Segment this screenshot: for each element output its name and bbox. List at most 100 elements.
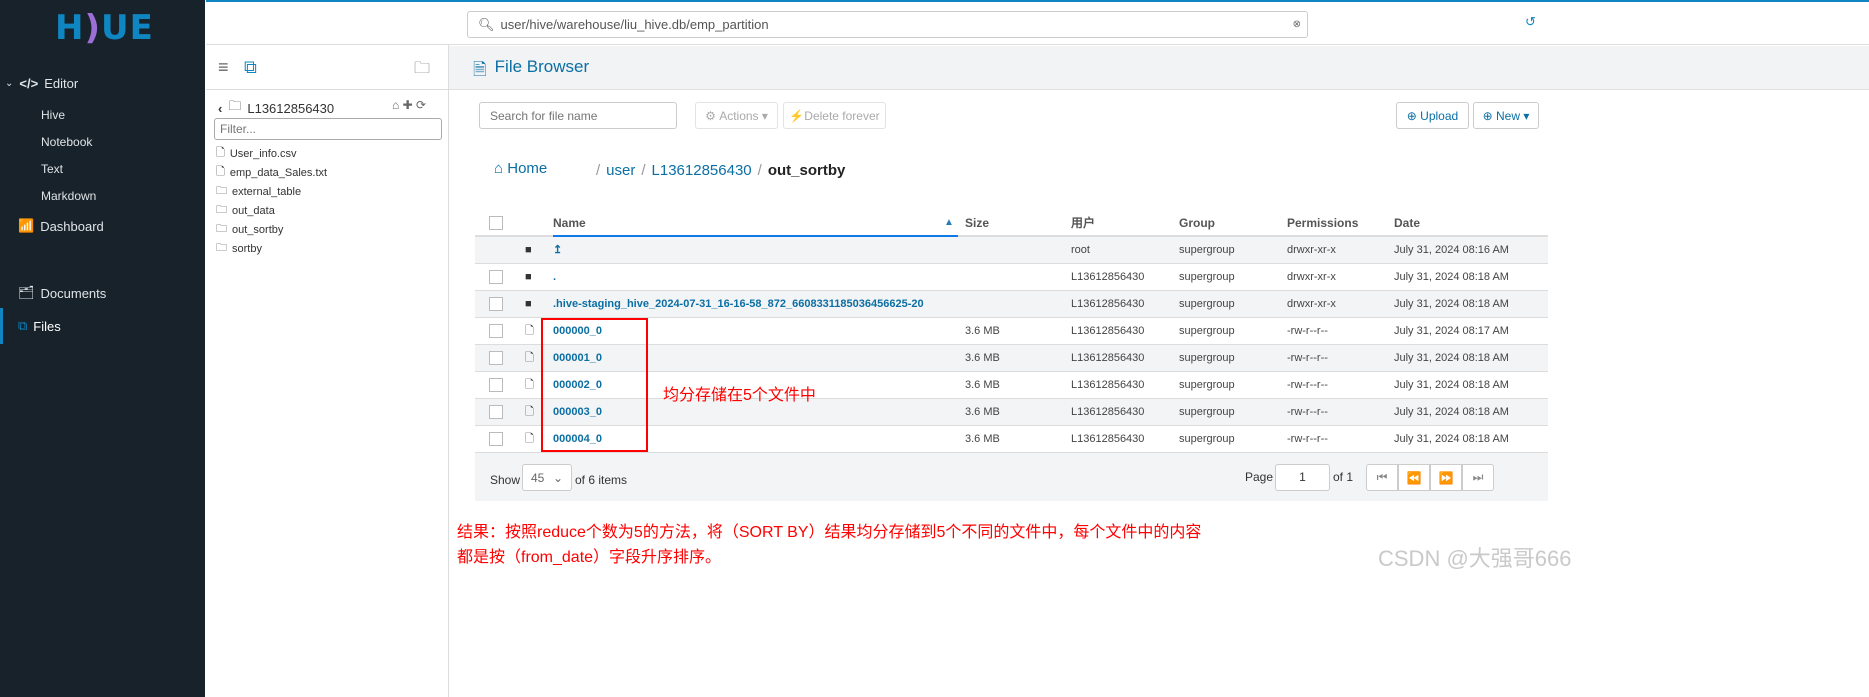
- file-icon: 🗎: [473, 60, 487, 79]
- clear-icon[interactable]: ⊗: [1293, 19, 1301, 30]
- row-checkbox[interactable]: [489, 351, 503, 365]
- page-size-select[interactable]: 45 ⌄: [522, 464, 572, 491]
- file-name-link[interactable]: ↥: [553, 237, 562, 263]
- file-date: July 31, 2024 08:18 AM: [1394, 352, 1509, 364]
- file-permissions: drwxr-xr-x: [1287, 244, 1336, 256]
- folder-icon: 🗀: [216, 223, 227, 235]
- file-permissions: -rw-r--r--: [1287, 325, 1328, 337]
- annotation-note: 均分存储在5个文件中: [663, 387, 816, 404]
- code-icon: </>: [19, 76, 39, 91]
- tree-item[interactable]: 🗋 emp_data_Sales.txt: [216, 163, 327, 182]
- file-date: July 31, 2024 08:17 AM: [1394, 325, 1509, 337]
- upload-button[interactable]: ⊕ Upload: [1396, 102, 1469, 129]
- row-checkbox[interactable]: [489, 270, 503, 284]
- prev-page-icon[interactable]: ⏪: [1398, 464, 1430, 491]
- folder-icon: 🗀: [228, 98, 242, 113]
- filter-input[interactable]: [214, 118, 442, 140]
- actions-button[interactable]: ⚙ Actions ▾: [695, 102, 778, 129]
- file-group: supergroup: [1179, 271, 1235, 283]
- tree-item[interactable]: 🗀 out_sortby: [216, 220, 327, 239]
- row-checkbox[interactable]: [489, 432, 503, 446]
- sidebar-item-text[interactable]: Text: [41, 162, 63, 176]
- files-icon[interactable]: ⧉: [244, 57, 257, 78]
- tree-item[interactable]: 🗋 User_info.csv: [216, 144, 327, 163]
- page-label: Page: [1245, 470, 1274, 484]
- file-date: July 31, 2024 08:18 AM: [1394, 298, 1509, 310]
- file-user: L13612856430: [1071, 433, 1145, 445]
- page-title: 🗎 File Browser: [473, 57, 589, 86]
- page-count: of 1: [1333, 470, 1354, 484]
- sidebar-item-files[interactable]: ⧉ Files: [18, 318, 61, 334]
- documents-icon: 🗂: [18, 285, 35, 300]
- file-group: supergroup: [1179, 406, 1235, 418]
- file-permissions: -rw-r--r--: [1287, 406, 1328, 418]
- folder-icon: ■: [525, 298, 532, 310]
- table-row[interactable]: ■ ↥ root supergroup drwxr-xr-x July 31, 2024 …: [475, 237, 1548, 264]
- file-user: L13612856430: [1071, 379, 1145, 391]
- table-footer: Show 45 ⌄ of 6 items Page 1 of 1 ⏮ ⏪ ⏩ ⏭: [475, 453, 1548, 501]
- row-checkbox[interactable]: [489, 297, 503, 311]
- breadcrumb-user[interactable]: user: [606, 162, 635, 179]
- col-permissions[interactable]: Permissions: [1287, 210, 1358, 236]
- sidebar-item-hive[interactable]: Hive: [41, 108, 65, 122]
- chevron-down-icon: ⌄: [5, 78, 14, 89]
- folder-icon: 🗀: [216, 242, 227, 254]
- file-icon: 🗋: [525, 325, 534, 337]
- global-search[interactable]: 🔍︎ user/hive/warehouse/liu_hive.db/emp_pa…: [467, 11, 1308, 38]
- row-checkbox[interactable]: [489, 378, 503, 392]
- file-permissions: -rw-r--r--: [1287, 379, 1328, 391]
- col-date[interactable]: Date: [1394, 210, 1420, 236]
- result-line-2: 都是按（from_date）字段升序排序。: [457, 549, 722, 566]
- documents-icon[interactable]: 🗀: [414, 57, 430, 84]
- sidebar-item-documents[interactable]: 🗂 Documents: [18, 285, 106, 301]
- tree-item[interactable]: 🗀 sortby: [216, 239, 327, 258]
- sidebar-item-editor[interactable]: ⌄ </> Editor: [5, 76, 78, 91]
- row-checkbox[interactable]: [489, 405, 503, 419]
- folder-icon: ■: [525, 271, 532, 283]
- file-date: July 31, 2024 08:18 AM: [1394, 379, 1509, 391]
- breadcrumb-home[interactable]: ⌂ Home: [494, 160, 547, 177]
- tree-item[interactable]: 🗀 out_data: [216, 201, 327, 220]
- table-row[interactable]: ■. L13612856430 supergroup drwxr-xr-x July 3…: [475, 264, 1548, 291]
- first-page-icon[interactable]: ⏮: [1366, 464, 1398, 491]
- current-folder: ‹ 🗀 L13612856430: [218, 97, 334, 119]
- page-input[interactable]: 1: [1275, 464, 1330, 491]
- col-name[interactable]: Name: [553, 210, 958, 237]
- last-page-icon[interactable]: ⏭: [1462, 464, 1494, 491]
- table-row[interactable]: ■ .hive-staging_hive_2024-07-31_16-16-58_…: [475, 291, 1548, 318]
- file-name-link[interactable]: .hive-staging_hive_2024-07-31_16-16-58_8…: [553, 291, 924, 317]
- file-permissions: drwxr-xr-x: [1287, 298, 1336, 310]
- breadcrumb-folder[interactable]: L13612856430: [652, 162, 752, 179]
- tree-item[interactable]: 🗀 external_table: [216, 182, 327, 201]
- row-checkbox[interactable]: [489, 324, 503, 338]
- sidebar: H)UE ⌄ </> Editor Hive Notebook Text Markd…: [0, 0, 205, 697]
- col-group[interactable]: Group: [1179, 210, 1215, 236]
- delete-forever-button[interactable]: ⚡ Delete forever: [783, 102, 886, 129]
- file-name-link[interactable]: .: [553, 264, 556, 290]
- file-group: supergroup: [1179, 244, 1235, 256]
- col-user[interactable]: 用户: [1071, 210, 1095, 236]
- sidebar-item-notebook[interactable]: Notebook: [41, 135, 92, 149]
- folder-icon: 🗀: [216, 204, 227, 216]
- history-icon[interactable]: ↺: [1525, 14, 1536, 30]
- file-size: 3.6 MB: [965, 433, 1000, 445]
- file-search-input[interactable]: [479, 102, 677, 129]
- file-group: supergroup: [1179, 325, 1235, 337]
- file-permissions: -rw-r--r--: [1287, 433, 1328, 445]
- database-icon[interactable]: ≡: [218, 57, 229, 78]
- sidebar-item-markdown[interactable]: Markdown: [41, 189, 96, 203]
- sidebar-item-dashboard[interactable]: 📶 Dashboard: [18, 218, 104, 234]
- select-all-checkbox[interactable]: [489, 216, 503, 230]
- chart-icon: 📶: [18, 218, 35, 233]
- home-add-refresh-icons[interactable]: ⌂ ✚ ⟳: [392, 98, 426, 112]
- hue-logo[interactable]: H)UE: [55, 8, 154, 48]
- search-icon: 🔍︎: [478, 16, 495, 32]
- next-page-icon[interactable]: ⏩: [1430, 464, 1462, 491]
- sort-asc-icon[interactable]: ▲: [944, 210, 954, 236]
- file-icon: 🗋: [216, 166, 225, 178]
- back-icon[interactable]: ‹: [218, 101, 222, 116]
- new-button[interactable]: ⊕ New ▾: [1473, 102, 1539, 129]
- file-user: root: [1071, 244, 1090, 256]
- show-label: Show: [490, 473, 521, 487]
- col-size[interactable]: Size: [965, 210, 989, 236]
